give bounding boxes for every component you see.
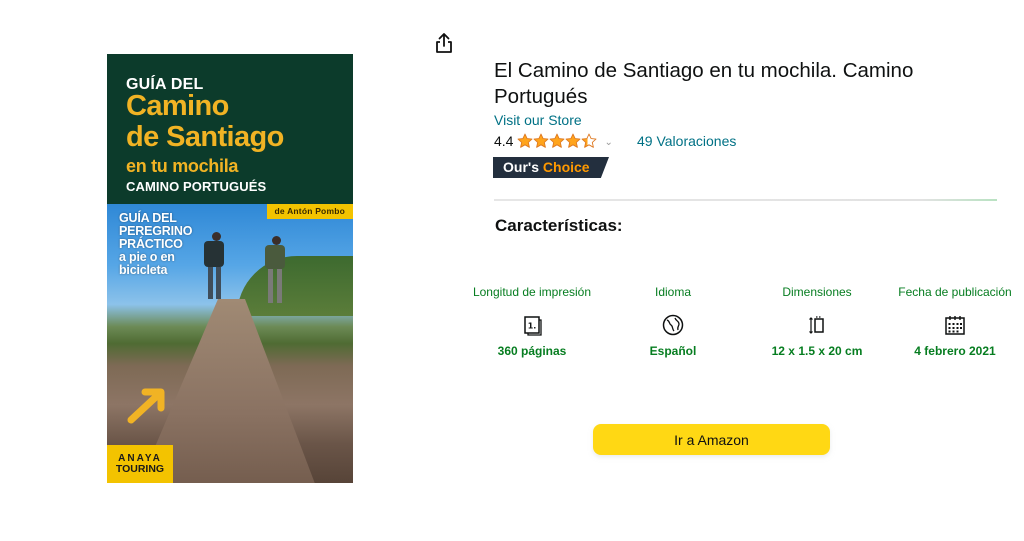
star-rating — [517, 133, 597, 149]
badge-text-prefix: Our's — [503, 159, 543, 175]
share-icon[interactable] — [434, 32, 454, 54]
star-icon — [582, 133, 597, 148]
choice-badge: Our's Choice — [493, 157, 609, 178]
badge-text-choice: Choice — [542, 159, 590, 175]
feature-dimensions: Dimensiones 12 x 1.5 x 20 cm — [752, 275, 882, 358]
cover-title-line4: en tu mochila — [126, 156, 239, 176]
features-heading: Características: — [495, 216, 623, 235]
ratings-count-link[interactable]: 49 Valoraciones — [637, 133, 736, 149]
feature-value: 360 páginas — [497, 344, 567, 358]
star-icon — [566, 133, 581, 148]
cover-title-line3: de Santiago — [126, 121, 284, 153]
cover-hill — [237, 256, 353, 316]
cover-subtitle: GUÍA DEL PEREGRINO PRÁCTICO a pie o en b… — [119, 212, 192, 277]
svg-text:1.: 1. — [528, 322, 537, 331]
star-icon — [534, 133, 549, 148]
visit-store-link[interactable]: Visit our Store — [494, 112, 582, 128]
go-to-amazon-button[interactable]: Ir a Amazon — [593, 424, 830, 455]
rating-summary[interactable]: 4.4 ⌄ — [494, 131, 613, 151]
feature-label: Idioma — [654, 285, 692, 299]
cover-author: de Antón Pombo — [266, 204, 353, 219]
cover-header-panel: GUÍA DEL Camino de Santiago en tu mochil… — [107, 54, 353, 204]
feature-print-length: Longitud de impresión 1. 360 páginas — [467, 275, 597, 358]
feature-language: Idioma Español — [608, 275, 738, 358]
globe-icon — [662, 314, 684, 336]
feature-label: Dimensiones — [782, 285, 852, 299]
yellow-arrow-icon — [127, 388, 165, 424]
cover-photo: GUÍA DEL PEREGRINO PRÁCTICO a pie o en b… — [107, 204, 353, 483]
book-cover-image[interactable]: GUÍA DEL Camino de Santiago en tu mochil… — [107, 54, 353, 483]
publisher-line2: TOURING — [115, 463, 165, 475]
chevron-down-icon[interactable]: ⌄ — [604, 137, 612, 148]
star-icon — [550, 133, 565, 148]
publisher-logo: ANAYA TOURING — [107, 445, 173, 483]
feature-value: 4 febrero 2021 — [914, 344, 996, 358]
cover-title-line2: Camino — [126, 90, 229, 122]
feature-value: Español — [649, 344, 697, 358]
calendar-icon — [945, 316, 965, 335]
feature-label: Longitud de impresión — [472, 285, 592, 299]
feature-label: Fecha de publicación — [898, 285, 1012, 299]
cover-title-line5: CAMINO PORTUGUÉS — [126, 179, 267, 194]
feature-value: 12 x 1.5 x 20 cm — [771, 344, 863, 358]
star-icon — [518, 133, 533, 148]
feature-publication-date: Fecha de publicación 4 febrero 2021 — [890, 275, 1020, 358]
cover-subtitle-line: bicicleta — [119, 263, 168, 277]
product-title: El Camino de Santiago en tu mochila. Cam… — [494, 59, 914, 108]
rating-value: 4.4 — [494, 133, 514, 149]
dimensions-icon — [809, 316, 824, 334]
section-divider — [494, 199, 997, 201]
pages-icon: 1. — [524, 316, 542, 336]
